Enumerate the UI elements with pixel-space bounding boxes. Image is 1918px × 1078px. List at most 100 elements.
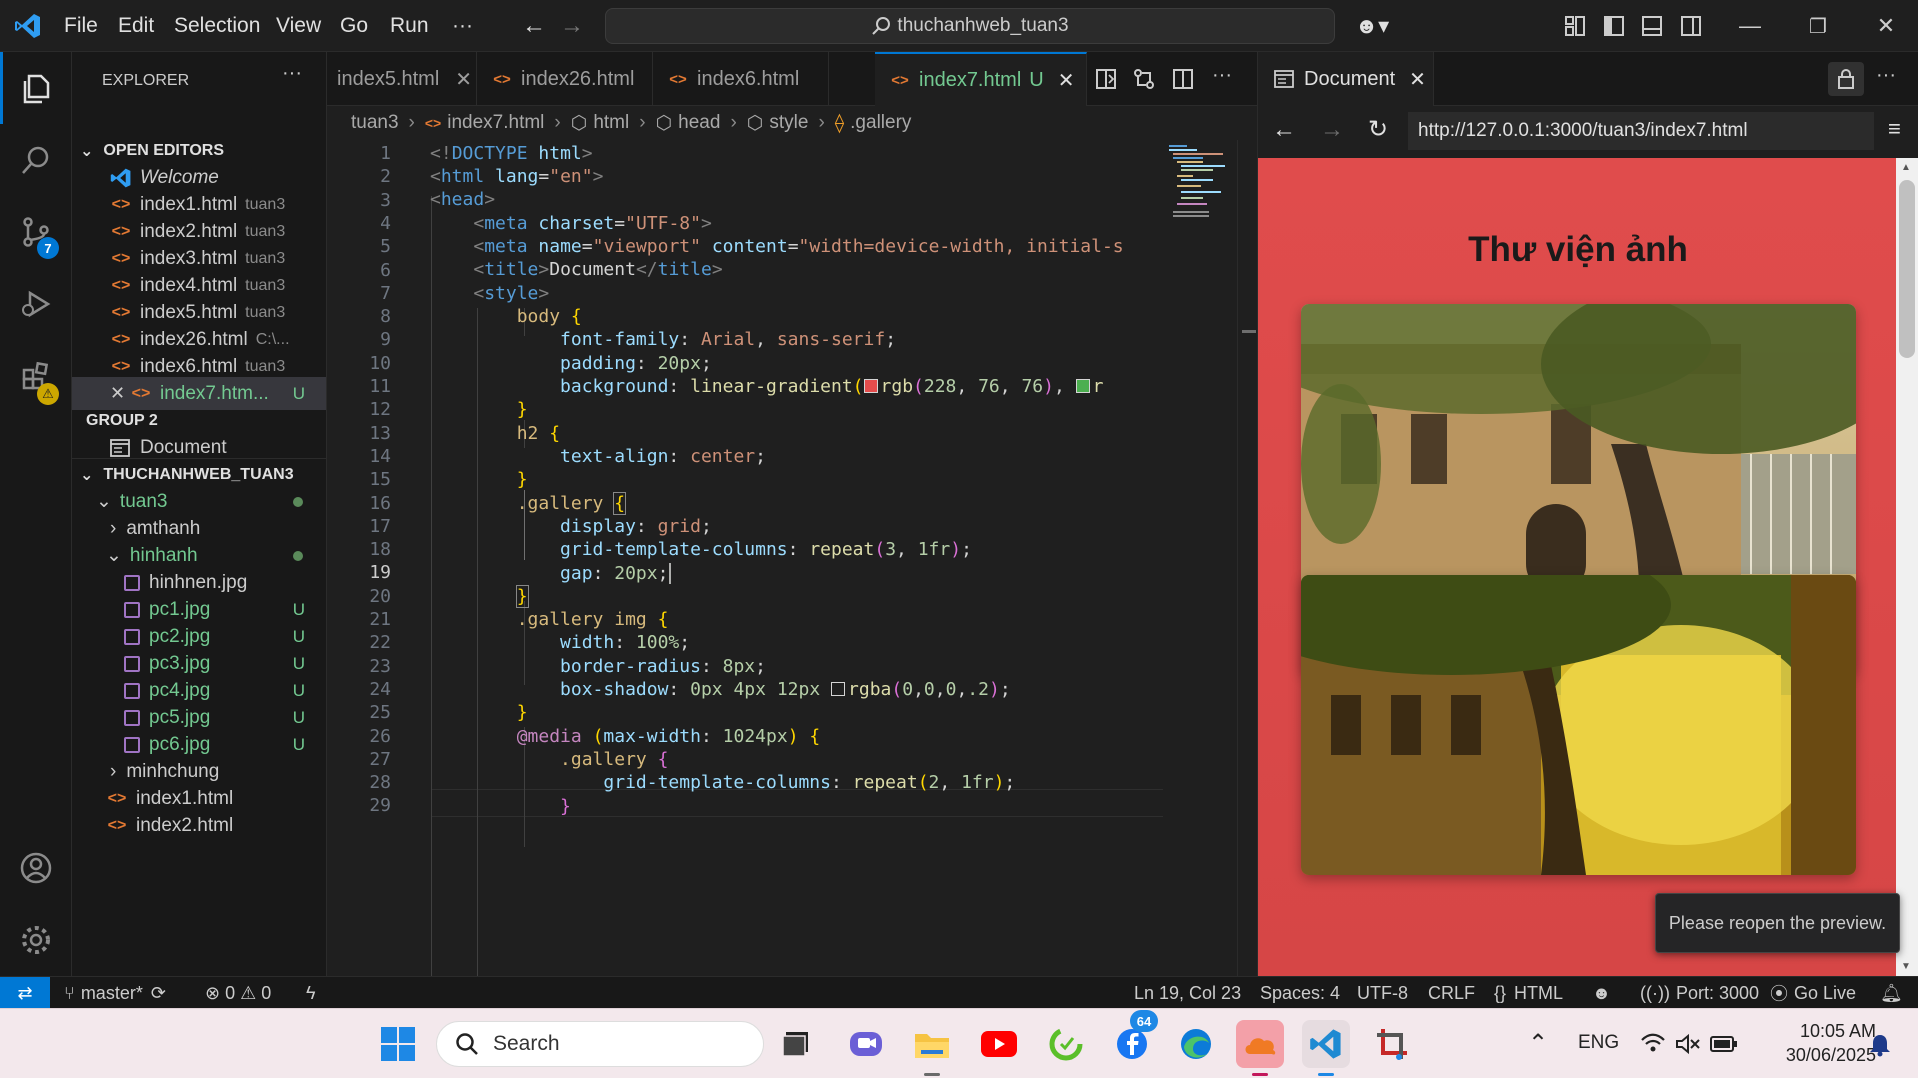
tree-label: pc3.jpg [149, 652, 211, 674]
menu-file[interactable]: File [64, 0, 98, 52]
git-branch[interactable]: ⑂ master* ⟳ [64, 977, 166, 1009]
scrollbar-thumb[interactable] [1242, 330, 1256, 333]
menu-edit[interactable]: Edit [118, 0, 154, 52]
tab-index7[interactable]: <> index7.html U ✕ [875, 52, 1087, 106]
vscode-taskbar-icon[interactable] [1302, 1020, 1350, 1068]
reopen-preview-toast[interactable]: Please reopen the preview. [1655, 893, 1900, 953]
breadcrumb-item[interactable]: .gallery [850, 112, 911, 134]
accounts-icon[interactable] [0, 832, 72, 904]
nav-forward-icon[interactable]: → [560, 0, 584, 52]
lightning-icon[interactable]: ϟ [306, 977, 316, 1009]
preview-viewport[interactable]: Thư viện ảnh ▲ ▼ [1257, 158, 1918, 976]
explorer-more-icon[interactable]: ··· [282, 62, 302, 85]
file-explorer-icon[interactable] [908, 1020, 956, 1068]
notifications-bell-icon[interactable]: 🔔︎ [1880, 977, 1903, 1009]
settings-gear-icon[interactable] [0, 904, 72, 976]
taskbar-search[interactable]: Search [436, 1021, 764, 1067]
restore-icon[interactable]: ❐ [1790, 0, 1846, 52]
color-swatch-icon[interactable] [863, 379, 878, 393]
color-swatch-icon[interactable] [831, 682, 846, 696]
open-preview-icon[interactable] [1095, 68, 1117, 90]
split-editor-icon[interactable] [1172, 68, 1194, 90]
tab-index5[interactable]: index5.html ✕ [327, 52, 477, 106]
input-language[interactable]: ENG [1578, 1032, 1619, 1054]
windows-start-icon[interactable] [374, 1020, 422, 1068]
preview-more-icon[interactable]: ··· [1876, 64, 1896, 87]
preview-scrollbar[interactable]: ▲ ▼ [1896, 158, 1918, 976]
go-live[interactable]: ⦿ Go Live [1770, 977, 1856, 1009]
menu-run[interactable]: Run [390, 0, 429, 52]
toggle-secondary-sidebar-icon[interactable] [1680, 15, 1702, 37]
cloud-app-icon[interactable] [1236, 1020, 1284, 1068]
color-swatch-icon[interactable] [1075, 379, 1090, 393]
customize-layout-icon[interactable] [1564, 15, 1586, 37]
extensions-icon[interactable]: ⚠ [0, 340, 72, 412]
editor-scrollbar[interactable] [1237, 140, 1257, 976]
command-center-search[interactable]: thuchanhweb_tuan3 [605, 8, 1335, 44]
breadcrumb-item[interactable]: html [593, 112, 629, 134]
run-debug-icon[interactable] [0, 268, 72, 340]
edge-icon[interactable] [1172, 1020, 1220, 1068]
language-mode[interactable]: {} HTML [1494, 977, 1563, 1009]
close-window-icon[interactable]: ✕ [1858, 0, 1914, 52]
toggle-sidebar-icon[interactable] [1603, 15, 1625, 37]
browser-app-icon[interactable] [1042, 1020, 1090, 1068]
editor-more-icon[interactable]: ··· [1212, 64, 1232, 87]
lock-icon[interactable] [1828, 62, 1864, 96]
forward-arrow-icon[interactable]: → [1320, 116, 1344, 144]
menu-view[interactable]: View [276, 0, 321, 52]
copilot-icon[interactable]: ☻▾ [1355, 0, 1389, 52]
chat-app-icon[interactable] [842, 1020, 890, 1068]
search-icon[interactable] [0, 124, 72, 196]
hamburger-menu-icon[interactable]: ≡ [1888, 116, 1901, 142]
code-editor[interactable]: 1 2 3 4 5 6 7 8 9 10 11 12 13 14 15 16 17 18 19 20 21 22 23 24 2… [327, 140, 1257, 976]
scroll-down-icon[interactable]: ▼ [1901, 961, 1911, 972]
menu-go[interactable]: Go [340, 0, 368, 52]
problems-indicator[interactable]: ⊗ 0 ⚠ 0 [205, 977, 271, 1009]
breadcrumb-item[interactable]: head [678, 112, 720, 134]
line-number: 29 [369, 795, 391, 816]
breadcrumb-item[interactable]: index7.html [447, 112, 544, 134]
line-endings[interactable]: CRLF [1428, 977, 1475, 1009]
system-tray-chevron-icon[interactable]: ⌃ [1528, 1029, 1548, 1058]
live-server-port[interactable]: ((·)) Port: 3000 [1640, 977, 1759, 1009]
task-view-icon[interactable] [772, 1020, 820, 1068]
toggle-panel-icon[interactable] [1641, 15, 1663, 37]
tab-index26[interactable]: <> index26.html [477, 52, 653, 106]
tab-preview-document[interactable]: Document ✕ [1258, 52, 1434, 106]
close-icon[interactable]: ✕ [1409, 67, 1426, 92]
reload-icon[interactable]: ↻ [1368, 115, 1388, 144]
menu-selection[interactable]: Selection [174, 0, 260, 52]
breadcrumb-item[interactable]: style [769, 112, 808, 134]
minimap[interactable] [1163, 140, 1235, 976]
menu-more[interactable]: ··· [452, 0, 473, 52]
close-editor-icon[interactable]: ✕ [110, 383, 125, 404]
minimize-icon[interactable]: — [1722, 0, 1778, 52]
close-icon[interactable]: ✕ [455, 67, 472, 92]
remote-indicator-icon[interactable]: ⇄ [0, 977, 50, 1009]
source-control-icon[interactable]: 7 [0, 196, 72, 268]
tree-file[interactable]: <> index2.html [72, 809, 326, 842]
notification-bell-icon[interactable] [1868, 1033, 1892, 1057]
volume-muted-icon[interactable] [1675, 1033, 1701, 1055]
scroll-up-icon[interactable]: ▲ [1901, 162, 1911, 173]
breadcrumb-item[interactable]: tuan3 [351, 112, 399, 134]
url-input[interactable]: http://127.0.0.1:3000/tuan3/index7.html [1408, 112, 1874, 150]
indentation[interactable]: Spaces: 4 [1260, 977, 1340, 1009]
explorer-icon[interactable] [0, 52, 72, 124]
battery-icon[interactable] [1710, 1035, 1738, 1053]
back-arrow-icon[interactable]: ← [1272, 116, 1296, 144]
copilot-status-icon[interactable]: ☻ [1592, 977, 1611, 1009]
encoding[interactable]: UTF-8 [1357, 977, 1408, 1009]
scrollbar-thumb[interactable] [1899, 180, 1915, 358]
tab-index6[interactable]: <> index6.html [653, 52, 829, 106]
nav-back-icon[interactable]: ← [522, 0, 546, 52]
tab-label: index6.html [697, 67, 800, 90]
close-icon[interactable]: ✕ [1058, 68, 1075, 93]
youtube-icon[interactable] [975, 1020, 1023, 1068]
wifi-icon[interactable] [1640, 1033, 1666, 1053]
system-clock[interactable]: 10:05 AM 30/06/2025 [1752, 1019, 1876, 1067]
snipping-tool-icon[interactable] [1368, 1020, 1416, 1068]
cursor-position[interactable]: Ln 19, Col 23 [1134, 977, 1241, 1009]
open-changes-icon[interactable] [1133, 68, 1155, 90]
